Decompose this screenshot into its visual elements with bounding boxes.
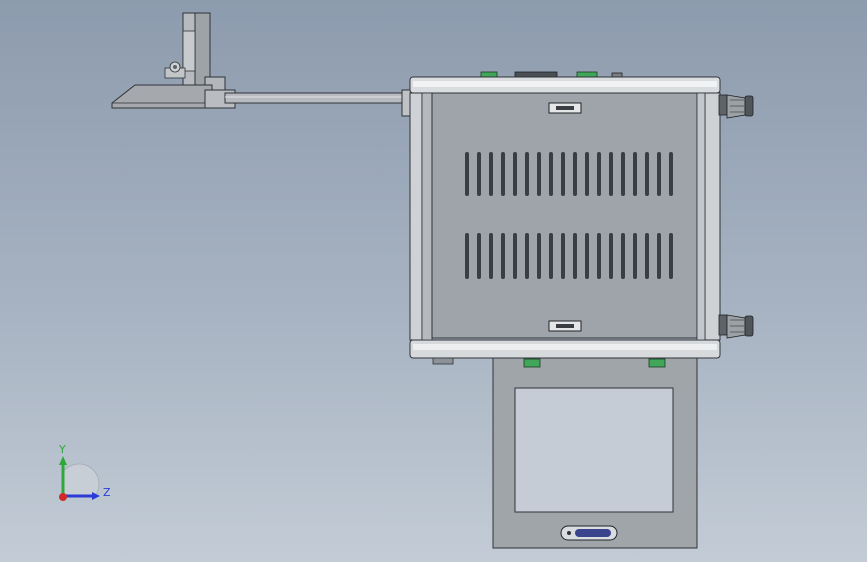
- vent-slot: [477, 152, 481, 196]
- vent-slot: [489, 152, 493, 196]
- vent-slot: [669, 152, 673, 196]
- vent-slot: [549, 233, 553, 279]
- vent-slot: [645, 233, 649, 279]
- vent-slot: [609, 152, 613, 196]
- y-axis-arrow: [59, 456, 67, 465]
- vent-slot: [561, 233, 565, 279]
- y-axis-label: Y: [59, 443, 66, 456]
- vent-slot: [513, 233, 517, 279]
- vent-slot: [501, 152, 505, 196]
- vent-slot: [597, 152, 601, 196]
- assembly-model[interactable]: [0, 0, 867, 562]
- vent-slot: [525, 152, 529, 196]
- vent-slot: [645, 152, 649, 196]
- vent-slot: [477, 233, 481, 279]
- vent-slot: [585, 152, 589, 196]
- vent-slot: [657, 152, 661, 196]
- support-rod[interactable]: [224, 89, 413, 117]
- z-axis-label: Z: [103, 486, 111, 499]
- triad-plane-sector: [62, 463, 100, 497]
- right-clamp-knob-upper[interactable]: [718, 94, 754, 119]
- triad-origin: [59, 493, 67, 501]
- vent-slot: [573, 152, 577, 196]
- vent-slot: [597, 233, 601, 279]
- vent-slot: [465, 233, 469, 279]
- vent-slot: [561, 152, 565, 196]
- vent-slot: [621, 152, 625, 196]
- cad-viewport[interactable]: Y Z: [0, 0, 867, 562]
- vent-slot: [549, 152, 553, 196]
- coordinate-triad: Y Z: [50, 440, 120, 510]
- vent-slot: [489, 233, 493, 279]
- right-clamp-knob-lower[interactable]: [718, 314, 754, 339]
- cabinet[interactable]: [409, 71, 754, 365]
- vent-slot: [465, 152, 469, 196]
- vent-slot: [525, 233, 529, 279]
- vent-slot: [609, 233, 613, 279]
- vent-slot: [621, 233, 625, 279]
- bottom-panel-handle[interactable]: [548, 320, 582, 332]
- top-panel-handle[interactable]: [548, 102, 582, 114]
- vent-slot: [513, 152, 517, 196]
- vent-slot: [585, 233, 589, 279]
- display-handle[interactable]: [560, 525, 618, 541]
- vent-slot: [669, 233, 673, 279]
- vent-slot: [633, 233, 637, 279]
- vent-slot: [573, 233, 577, 279]
- vent-slot: [501, 233, 505, 279]
- vent-slot: [537, 233, 541, 279]
- display-unit[interactable]: [492, 357, 698, 549]
- vent-slot: [633, 152, 637, 196]
- vent-slot: [537, 152, 541, 196]
- vent-slot: [657, 233, 661, 279]
